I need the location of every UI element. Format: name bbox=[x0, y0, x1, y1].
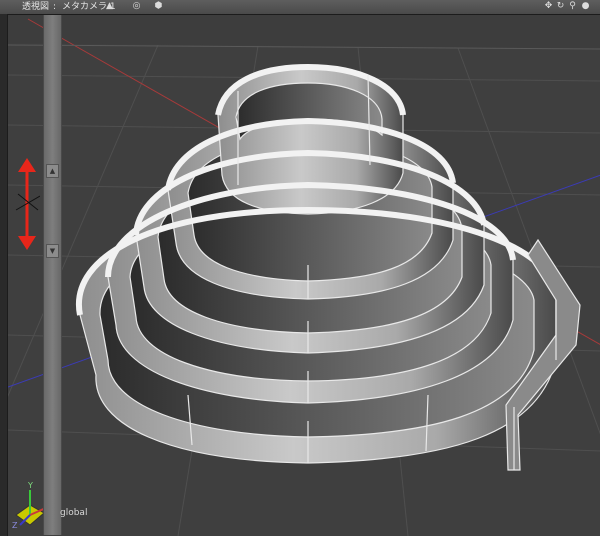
title-separator: : bbox=[53, 2, 57, 12]
view-titlebar: 透視図 : メタカメラ 1 ▲ ◎ ⬢ ✥ ↻ ⚲ ● bbox=[0, 0, 600, 15]
axis-z-label: Z bbox=[12, 521, 18, 530]
viewport-canvas bbox=[8, 18, 600, 536]
zoom-icon[interactable]: ⚲ bbox=[567, 1, 578, 12]
target-icon[interactable]: ◎ bbox=[131, 1, 142, 12]
coordinate-space-label[interactable]: global bbox=[60, 508, 87, 518]
3d-viewport[interactable]: Y X Z bbox=[7, 14, 600, 536]
rotate-icon[interactable]: ↻ bbox=[555, 1, 566, 12]
perspective-view-window: 透視図 : メタカメラ 1 ▲ ◎ ⬢ ✥ ↻ ⚲ ● Y Z ▲ ▼ glob… bbox=[0, 0, 600, 536]
red-double-arrow-icon bbox=[15, 158, 40, 250]
arrow-down-icon[interactable]: ▼ bbox=[46, 244, 59, 258]
cube-icon[interactable]: ⬢ bbox=[153, 1, 164, 12]
vertical-dolly-slider[interactable] bbox=[43, 15, 62, 535]
camera-menu-icon[interactable]: ▲ bbox=[104, 1, 115, 12]
left-border bbox=[0, 14, 7, 535]
view-mode-label[interactable]: 透視図 bbox=[22, 0, 49, 14]
axis-y-label: Y bbox=[28, 481, 33, 490]
arrow-up-icon[interactable]: ▲ bbox=[46, 164, 59, 178]
globe-icon[interactable]: ● bbox=[580, 1, 591, 12]
move-icon[interactable]: ✥ bbox=[543, 1, 554, 12]
